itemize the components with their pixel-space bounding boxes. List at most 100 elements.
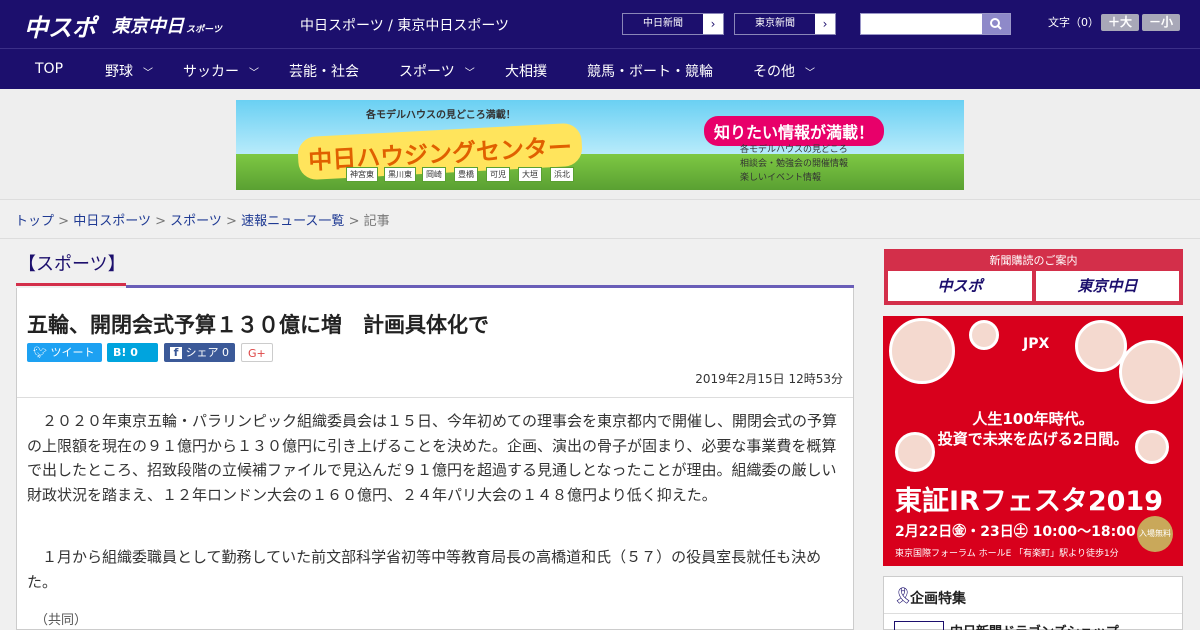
ad-city: 可児: [486, 167, 510, 182]
ad-band: 各モデルハウスの見どころ満載！ 中日ハウジングセンター 知りたい情報が満載！ 各…: [0, 89, 1200, 200]
breadcrumb-link[interactable]: 中日スポーツ: [73, 214, 151, 229]
article-divider: [17, 397, 853, 398]
paper-link-label: 中日新聞: [623, 14, 703, 34]
feature-box: 🎗︎ 企画特集 中日新聞ドラゴンズショップ: [883, 576, 1183, 630]
section-label: 【スポーツ】: [16, 250, 126, 286]
tweet-button[interactable]: 🐦︎ ツイート: [27, 343, 102, 362]
nav-label: 大相撲: [505, 64, 547, 80]
ad-feature: 各モデルハウスの見どころ: [740, 145, 848, 155]
search-box: [860, 13, 1011, 35]
nav-label: 芸能・社会: [289, 64, 359, 80]
ir-festa-ad[interactable]: JPX 人生100年時代。 投資で未来を広げる2日間。 東証IRフェスタ2019…: [883, 316, 1183, 566]
ad-city: 岡崎: [422, 167, 446, 182]
ad-city: 神宮東: [346, 167, 378, 182]
nav-label: スポーツ: [399, 64, 455, 80]
site-title[interactable]: 中日スポーツ / 東京中日スポーツ: [300, 15, 509, 35]
tokyo-chunichi-logo[interactable]: 東京中日 スポーツ: [112, 12, 222, 38]
ad-tagline: 各モデルハウスの見どころ満載！: [366, 110, 516, 121]
ad-city: 浜北: [550, 167, 574, 182]
nav-item-top[interactable]: TOP: [35, 61, 63, 77]
chevron-down-icon: ﹀: [464, 68, 475, 79]
ad-line: 投資で未来を広げる2日間。: [937, 430, 1129, 448]
subscribe-tokyo-link[interactable]: 東京中日: [1036, 271, 1179, 301]
nav-label: その他: [753, 64, 795, 80]
nav-label: 野球: [105, 64, 133, 80]
divider: [0, 238, 1200, 239]
person-photo: [889, 318, 955, 384]
search-icon: [990, 18, 1002, 30]
ad-event-dates: 2月22日㊎・23日㊏ 10:00～18:00: [895, 524, 1136, 540]
article-card: 五輪、開閉会式予算１３０億に増 計画具体化で 🐦︎ ツイート B! 0 f シェ…: [16, 288, 854, 630]
feature-heading: 企画特集: [910, 591, 966, 607]
nav-item-entertainment[interactable]: 芸能・社会: [289, 61, 359, 81]
facebook-count: 0: [222, 346, 229, 359]
breadcrumb-link[interactable]: トップ: [15, 214, 54, 229]
breadcrumb-separator: >: [155, 214, 166, 229]
article-source: （共同）: [35, 613, 88, 628]
font-size-label: 文字（0）: [1048, 16, 1099, 29]
tokyo-logo-text: 東京中日: [112, 16, 184, 37]
feature-divider: [884, 613, 1182, 614]
breadcrumb-separator: >: [226, 214, 237, 229]
ad-line: 人生100年時代。: [972, 410, 1094, 428]
feature-item-link[interactable]: 中日新聞ドラゴンズショップ: [950, 621, 1119, 630]
nav-item-baseball[interactable]: 野球 ﹀: [105, 61, 153, 81]
ad-feature: 楽しいイベント情報: [740, 173, 822, 183]
nav-label: サッカー: [183, 64, 239, 80]
chevron-down-icon: ﹀: [143, 68, 153, 79]
ad-city: 豊橋: [454, 167, 478, 182]
font-smaller-button[interactable]: －小: [1142, 14, 1180, 31]
breadcrumb-link[interactable]: 速報ニュース一覧: [241, 214, 344, 229]
nav-item-soccer[interactable]: サッカー ﹀: [183, 61, 259, 81]
hatena-button[interactable]: B! 0: [107, 343, 158, 362]
subscription-box: 新聞購読のご案内 中スポ 東京中日: [884, 249, 1183, 305]
breadcrumb-separator: >: [348, 214, 360, 229]
chuspo-logo[interactable]: 中スポ: [24, 8, 96, 43]
facebook-icon: f: [170, 347, 182, 359]
tweet-label: ツイート: [50, 346, 95, 359]
nav-item-sports[interactable]: スポーツ ﹀: [399, 61, 475, 81]
article-date: 2019年2月15日 12時53分: [695, 372, 843, 386]
google-plus-button[interactable]: G+: [241, 343, 273, 362]
tokyo-shimbun-link[interactable]: 東京新聞 ›: [734, 13, 836, 35]
main-nav: TOP 野球 ﹀ サッカー ﹀ 芸能・社会 スポーツ ﹀ 大相撲 競馬・ボート・競輪 …: [0, 48, 1200, 89]
housing-center-ad[interactable]: 各モデルハウスの見どころ満載！ 中日ハウジングセンター 知りたい情報が満載！ 各…: [236, 100, 964, 190]
ad-feature: 相談会・勉強会の開催情報: [740, 159, 849, 169]
breadcrumb-current: 記事: [363, 214, 390, 229]
chunichi-shimbun-link[interactable]: 中日新聞 ›: [622, 13, 724, 35]
person-photo: [1119, 340, 1183, 404]
breadcrumb-link[interactable]: スポーツ: [170, 214, 222, 229]
search-input[interactable]: [861, 14, 982, 34]
jpx-logo: JPX: [1023, 336, 1050, 352]
nav-label: TOP: [35, 61, 64, 77]
nav-item-sumo[interactable]: 大相撲: [505, 61, 547, 81]
article-paragraph: ２０２０年東京五輪・パラリンピック組織委員会は１５日、今年初めての理事会を東京都…: [27, 412, 838, 504]
breadcrumb: トップ > 中日スポーツ > スポーツ > 速報ニュース一覧 > 記事: [15, 210, 390, 229]
hatena-icon: B!: [113, 346, 127, 359]
twitter-icon: 🐦︎: [33, 346, 47, 359]
ad-city: 黒川東: [384, 167, 416, 182]
nav-label: 競馬・ボート・競輪: [587, 64, 713, 80]
tokyo-logo-sub: スポーツ: [186, 25, 222, 35]
nav-item-racing[interactable]: 競馬・ボート・競輪: [587, 61, 713, 81]
ad-free-badge: 入場無料: [1137, 516, 1173, 552]
facebook-share-button[interactable]: f シェア 0: [164, 343, 235, 362]
hatena-count: 0: [130, 346, 138, 359]
chevron-right-icon: ›: [703, 17, 723, 31]
person-photo: [969, 320, 999, 350]
article-headline: 五輪、開閉会式予算１３０億に増 計画具体化で: [27, 313, 489, 337]
chevron-down-icon: ﹀: [805, 68, 815, 79]
top-header: 中スポ 東京中日 スポーツ 中日スポーツ / 東京中日スポーツ 中日新聞 › 東京…: [0, 0, 1200, 48]
ad-venue: 東京国際フォーラム ホールE 「有楽町」駅より徒歩1分: [895, 549, 1119, 559]
facebook-label: シェア: [185, 346, 219, 359]
font-larger-button[interactable]: ＋大: [1101, 14, 1139, 31]
ad-city: 大垣: [518, 167, 542, 182]
ad-event-name: 東証IRフェスタ2019: [895, 486, 1163, 517]
search-button[interactable]: [982, 14, 1010, 34]
article-paragraph: １月から組織委職員として勤務していた前文部科学省初等中等教育局長の高橋道和氏（５…: [27, 548, 822, 591]
chevron-down-icon: ﹀: [249, 68, 259, 79]
nav-item-other[interactable]: その他 ﹀: [753, 61, 815, 81]
feature-thumbnail[interactable]: [894, 621, 944, 630]
google-plus-icon: G+: [248, 347, 266, 360]
subscribe-chuspo-link[interactable]: 中スポ: [888, 271, 1032, 301]
